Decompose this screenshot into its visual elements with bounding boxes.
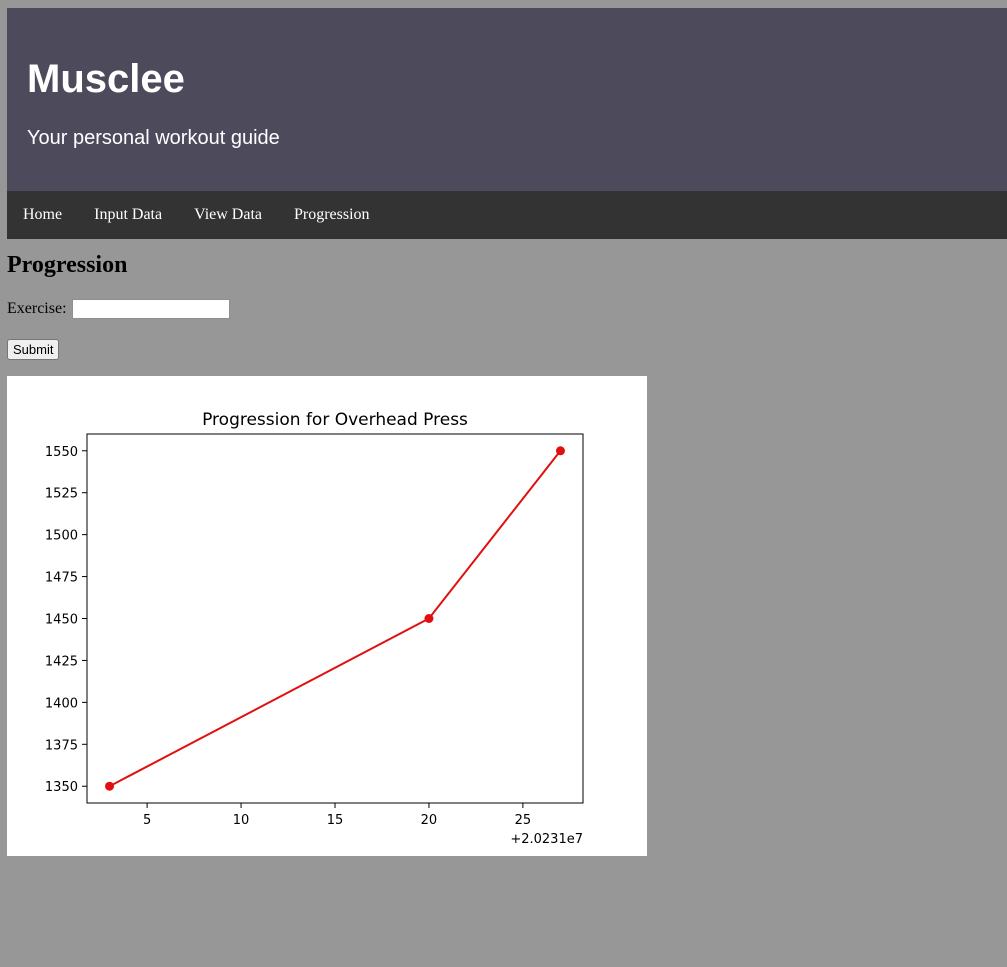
exercise-input[interactable] (71, 299, 230, 319)
y-tick-label: 1425 (45, 654, 78, 669)
y-tick-label: 1450 (45, 613, 78, 628)
plot-frame (86, 433, 584, 804)
chart-title: Progression for Overhead Press (202, 410, 468, 430)
data-point (424, 614, 434, 623)
site-header: Musclee Your personal workout guide (7, 8, 1007, 191)
page-title: Progression (7, 252, 128, 278)
x-tick-label: 5 (143, 813, 151, 828)
nav-link-view-data[interactable]: View Data (178, 191, 278, 239)
y-tick-label: 1500 (45, 529, 78, 544)
exercise-row: Exercise: (7, 299, 230, 319)
x-tick-label: 15 (327, 813, 344, 828)
y-tick-label: 1375 (45, 738, 78, 753)
y-tick-label: 1400 (45, 696, 78, 711)
y-tick-label: 1350 (45, 780, 78, 795)
y-tick-label: 1550 (45, 445, 78, 460)
navbar: Home Input Data View Data Progression (7, 191, 1007, 239)
site-title: Musclee (27, 57, 185, 101)
y-tick-label: 1525 (45, 487, 78, 502)
data-point (105, 781, 115, 791)
progression-chart: Progression for Overhead Press 1350 1375 1… (7, 376, 647, 856)
x-tick-label: 20 (421, 813, 438, 828)
series-line (109, 450, 562, 788)
chart-svg: Progression for Overhead Press 1350 1375 1… (45, 410, 584, 847)
nav-link-home[interactable]: Home (7, 191, 78, 239)
nav-link-input-data[interactable]: Input Data (78, 191, 178, 239)
x-tick-label: 10 (233, 813, 250, 828)
nav-link-progression[interactable]: Progression (278, 191, 386, 239)
plot-area: 1350137514001425145014751500152515505 10 1… (45, 445, 565, 828)
exercise-label: Exercise: (7, 300, 67, 317)
y-tick-label: 1475 (45, 571, 78, 586)
submit-button[interactable]: Submit (7, 339, 60, 360)
page: Musclee Your personal workout guide Home… (7, 8, 1007, 239)
site-tagline: Your personal workout guide (27, 127, 280, 149)
x-tick-label: 25 (515, 813, 532, 828)
x-offset-label: +2.0231e7 (510, 832, 583, 847)
data-point (555, 446, 565, 456)
